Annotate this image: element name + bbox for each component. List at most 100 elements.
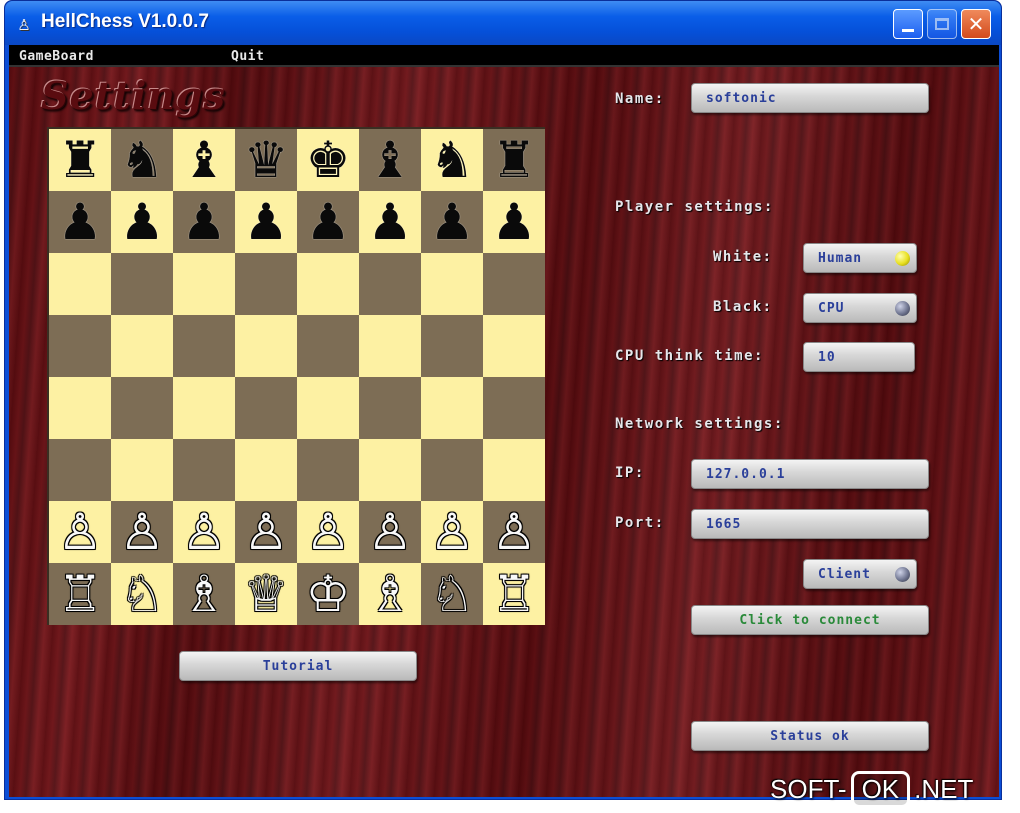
board-square[interactable] [483,439,545,501]
board-square[interactable] [421,253,483,315]
white-piece-icon[interactable]: ♙ [244,507,289,557]
title-bar[interactable]: ♙ HellChess V1.0.0.7 ✕ [5,1,1001,45]
ip-field[interactable]: 127.0.0.1 [691,459,929,489]
black-piece-icon[interactable]: ♟ [182,197,227,247]
board-square[interactable] [483,315,545,377]
board-square[interactable]: ♙ [235,501,297,563]
white-piece-icon[interactable]: ♙ [368,507,413,557]
name-field[interactable]: softonic [691,83,929,113]
board-square[interactable]: ♘ [111,563,173,625]
board-square[interactable]: ♟ [235,191,297,253]
board-square[interactable] [359,253,421,315]
board-square[interactable]: ♖ [49,563,111,625]
port-field[interactable]: 1665 [691,509,929,539]
status-button[interactable]: Status ok [691,721,929,751]
board-square[interactable] [359,377,421,439]
board-square[interactable] [49,377,111,439]
white-piece-icon[interactable]: ♗ [368,569,413,619]
board-square[interactable]: ♟ [297,191,359,253]
board-square[interactable]: ♙ [421,501,483,563]
black-piece-icon[interactable]: ♟ [492,197,537,247]
board-square[interactable]: ♜ [483,129,545,191]
board-square[interactable]: ♟ [49,191,111,253]
client-mode-toggle[interactable]: Client [803,559,917,589]
white-player-toggle[interactable]: Human [803,243,917,273]
white-piece-icon[interactable]: ♙ [120,507,165,557]
board-square[interactable] [49,315,111,377]
black-piece-icon[interactable]: ♛ [244,135,289,185]
board-square[interactable]: ♙ [297,501,359,563]
board-square[interactable]: ♗ [173,563,235,625]
board-square[interactable] [111,253,173,315]
board-square[interactable] [111,439,173,501]
board-square[interactable]: ♝ [359,129,421,191]
black-piece-icon[interactable]: ♟ [430,197,475,247]
black-piece-icon[interactable]: ♟ [306,197,351,247]
board-square[interactable]: ♟ [483,191,545,253]
tutorial-button[interactable]: Tutorial [179,651,417,681]
board-square[interactable] [111,377,173,439]
white-piece-icon[interactable]: ♘ [120,569,165,619]
black-piece-icon[interactable]: ♜ [58,135,103,185]
board-square[interactable] [359,315,421,377]
close-button[interactable]: ✕ [961,9,991,39]
white-piece-icon[interactable]: ♔ [306,569,351,619]
white-piece-icon[interactable]: ♕ [244,569,289,619]
board-square[interactable]: ♘ [421,563,483,625]
board-square[interactable] [359,439,421,501]
board-square[interactable]: ♝ [173,129,235,191]
white-piece-icon[interactable]: ♙ [492,507,537,557]
board-square[interactable]: ♛ [235,129,297,191]
chess-board[interactable]: ♜ ♞ ♝ ♛ ♚ ♝ ♞ ♜ ♟ ♟ ♟ ♟ ♟ ♟ ♟ ♟ ♙ ♙ ♙ ♙ ♙ ♙ ♙ ♙ ♖ ♘ ♗ ♕ ♔ ♗ ♘ ♖ [47,127,545,625]
black-piece-icon[interactable]: ♚ [306,135,351,185]
board-square[interactable] [49,253,111,315]
board-square[interactable] [421,439,483,501]
maximize-button[interactable] [927,9,957,39]
board-square[interactable]: ♞ [421,129,483,191]
board-square[interactable]: ♕ [235,563,297,625]
board-square[interactable] [173,377,235,439]
black-piece-icon[interactable]: ♞ [430,135,475,185]
board-square[interactable] [483,253,545,315]
board-square[interactable] [483,377,545,439]
board-square[interactable]: ♚ [297,129,359,191]
white-piece-icon[interactable]: ♙ [58,507,103,557]
board-square[interactable] [235,315,297,377]
board-square[interactable] [235,253,297,315]
black-piece-icon[interactable]: ♟ [58,197,103,247]
white-piece-icon[interactable]: ♙ [182,507,227,557]
board-square[interactable]: ♟ [111,191,173,253]
board-square[interactable]: ♙ [173,501,235,563]
board-square[interactable]: ♟ [359,191,421,253]
board-square[interactable]: ♗ [359,563,421,625]
black-player-toggle[interactable]: CPU [803,293,917,323]
white-piece-icon[interactable]: ♖ [58,569,103,619]
board-square[interactable]: ♙ [49,501,111,563]
board-square[interactable] [421,315,483,377]
board-square[interactable]: ♔ [297,563,359,625]
board-square[interactable] [235,439,297,501]
board-square[interactable]: ♙ [483,501,545,563]
black-piece-icon[interactable]: ♟ [120,197,165,247]
board-square[interactable]: ♙ [359,501,421,563]
board-square[interactable]: ♜ [49,129,111,191]
black-piece-icon[interactable]: ♟ [368,197,413,247]
cpu-time-field[interactable]: 10 [803,342,915,372]
menu-gameboard[interactable]: GameBoard [19,49,94,64]
white-piece-icon[interactable]: ♗ [182,569,227,619]
white-piece-icon[interactable]: ♙ [430,507,475,557]
board-square[interactable]: ♟ [173,191,235,253]
white-piece-icon[interactable]: ♘ [430,569,475,619]
board-square[interactable] [297,315,359,377]
board-square[interactable]: ♞ [111,129,173,191]
board-square[interactable] [111,315,173,377]
board-square[interactable] [173,439,235,501]
board-square[interactable]: ♟ [421,191,483,253]
black-piece-icon[interactable]: ♞ [120,135,165,185]
menu-quit[interactable]: Quit [231,49,264,64]
board-square[interactable] [297,253,359,315]
black-piece-icon[interactable]: ♝ [182,135,227,185]
board-square[interactable]: ♖ [483,563,545,625]
black-piece-icon[interactable]: ♟ [244,197,289,247]
board-square[interactable] [173,253,235,315]
